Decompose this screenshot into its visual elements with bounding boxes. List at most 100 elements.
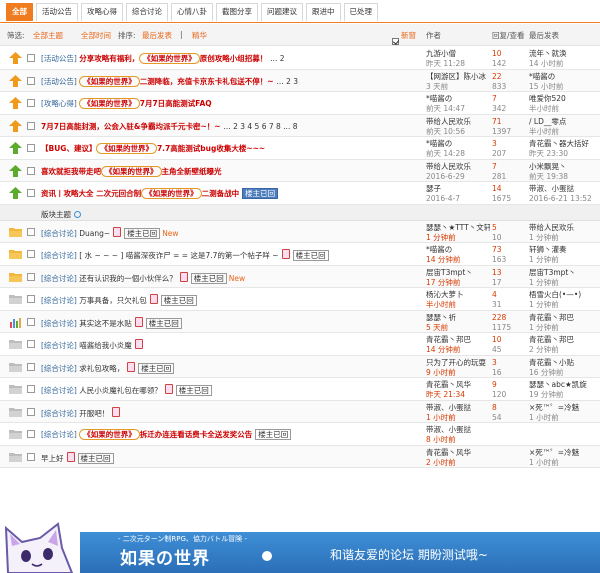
thread-title[interactable]: 资讯丨攻略大全 二次元回合制 — [41, 189, 141, 198]
thread-category[interactable]: [综合讨论] — [41, 409, 77, 418]
thread-category[interactable]: [综合讨论] — [41, 319, 77, 328]
author-name[interactable]: 【网游区】陈小冰 — [426, 72, 490, 82]
thread-category[interactable]: [综合讨论] — [41, 251, 77, 260]
row-checkbox[interactable] — [27, 227, 35, 236]
author-name[interactable]: 瑟瑟丶祈 — [426, 313, 490, 323]
author-name[interactable]: 层宙T3mpt丶 — [426, 268, 490, 278]
author-name[interactable]: 带淑、小蛋挞 — [426, 425, 490, 435]
row-checkbox[interactable] — [27, 407, 35, 416]
author-name[interactable]: 青花霸丶邦巴 — [426, 335, 490, 345]
author-name[interactable]: *喵酱の — [426, 139, 490, 149]
thread-title[interactable]: 早上好 — [41, 454, 64, 463]
game-title-highlight[interactable]: 《如果的世界》 — [96, 143, 157, 154]
game-title-highlight[interactable]: 《如果的世界》 — [141, 188, 202, 199]
thread-row[interactable]: [综合讨论] 喵酱给我小炎魔 青花霸丶邦巴 14 分钟前 10 45 青花霸丶邦巴 2 分钟… — [0, 333, 600, 356]
thread-title[interactable]: 人民小炎魔礼包在哪领？ — [79, 386, 162, 395]
row-checkbox[interactable] — [27, 295, 35, 303]
tab-2[interactable]: 攻略心得 — [81, 3, 123, 21]
last-poster[interactable]: / LD__零点 — [529, 117, 599, 127]
tab-3[interactable]: 综合讨论 — [126, 3, 168, 21]
thread-category[interactable]: [综合讨论] — [41, 229, 77, 238]
last-poster[interactable]: 瑟瑟丶abc★凯旋 — [529, 380, 599, 390]
thread-row[interactable]: [综合讨论] 人民小炎魔礼包在哪领？ 楼主已回 青花霸丶风华 昨天 21:34 9 120… — [0, 378, 600, 401]
last-poster[interactable]: 轩狮丶灌奏 — [529, 245, 599, 255]
author-name[interactable]: *喵酱の — [426, 94, 490, 104]
thread-row[interactable]: [活动公告] 分享攻略有福利， 《如果的世界》 原创攻略小组招募！... 2 九游小僧… — [0, 47, 600, 70]
thread-category[interactable]: [综合讨论] — [41, 296, 77, 305]
thread-category[interactable]: [攻略心得] — [41, 99, 77, 108]
row-checkbox[interactable] — [27, 362, 35, 371]
last-poster[interactable]: 青花霸丶邦巴 — [529, 313, 599, 323]
row-checkbox[interactable] — [27, 430, 35, 438]
thread-category[interactable]: [综合讨论] — [41, 364, 77, 373]
game-title-highlight[interactable]: 《如果的世界》 — [101, 165, 162, 177]
thread-row[interactable]: 7月7日高能封测，公会入驻&争霸均派千元卡密~！~... 2 3 4 5 6 7… — [0, 114, 600, 137]
thread-title-suffix[interactable]: 主角全新壁纸曝光 — [162, 167, 222, 176]
thread-title[interactable]: 开服吧！ — [79, 409, 109, 418]
tab-7[interactable]: 跟进中 — [306, 3, 341, 21]
tab-8[interactable]: 已处理 — [343, 3, 378, 21]
thread-title[interactable]: 求礼包攻略， — [79, 364, 124, 373]
row-checkbox[interactable] — [27, 144, 35, 152]
game-title-highlight[interactable]: 《如果的世界》 — [79, 75, 140, 87]
tab-1[interactable]: 活动公告 — [36, 3, 78, 21]
thread-title[interactable]: [ 水 ~ ~ ~ ] 喵酱深夜诈尸 = = 这是7.7的第一个帖子咩 ~ — [79, 251, 278, 260]
thread-title[interactable]: 还有认识我的一個小伙伴么？ — [79, 274, 177, 283]
thread-row[interactable]: [活动公告] 《如果的世界》 二测降临，充值卡京东卡礼包送不停！~... 2 3 【… — [0, 69, 600, 92]
thread-pages[interactable]: ... 2 3 — [277, 77, 298, 86]
row-checkbox[interactable] — [27, 385, 35, 393]
new-window-toggle[interactable]: 新窗 — [392, 30, 416, 45]
last-poster[interactable]: 梧雪火白(•—•) — [529, 290, 599, 300]
thread-title-suffix[interactable]: 拆迁办连连看话费卡全送发奖公告 — [140, 430, 253, 439]
row-checkbox[interactable] — [27, 76, 35, 85]
thread-title-suffix[interactable]: 二测降临，充值卡京东卡礼包送不停！~ — [140, 77, 274, 86]
thread-row[interactable]: 【BUG、建议】 《如果的世界》 7.7高能测试bug收集大楼~~~ *喵酱の 前天 1… — [0, 137, 600, 160]
thread-row[interactable]: [综合讨论] 还有认识我的一個小伙伴么？ 楼主已回 New 层宙T3mpt丶 17 分钟… — [0, 265, 600, 288]
thread-title[interactable]: 其实这不是水贴 — [79, 319, 132, 328]
new-window-checkbox[interactable] — [392, 38, 399, 45]
thread-row[interactable]: [综合讨论] Duang~ 楼主已回 New 瑟瑟丶★TTT丶文轩 1 分钟前 5 10 带给… — [0, 220, 600, 243]
thread-title[interactable]: Duang~ — [79, 229, 110, 238]
thread-title-suffix[interactable]: 二测备战中 — [202, 189, 240, 198]
author-name[interactable]: 带淑、小蛋挞 — [426, 403, 490, 413]
row-checkbox[interactable] — [27, 317, 35, 326]
thread-title[interactable]: 7月7日高能封测，公会入驻&争霸均派千元卡密~！~ — [41, 122, 221, 131]
author-name[interactable]: 只为了开心的玩耍 — [426, 358, 490, 368]
row-checkbox[interactable] — [27, 272, 35, 281]
filter-digest[interactable]: 精华 — [192, 30, 207, 41]
thread-title-suffix[interactable]: 原创攻略小组招募！ — [200, 54, 268, 63]
author-name[interactable]: 瑟子 — [426, 184, 490, 194]
game-title-highlight[interactable]: 《如果的世界》 — [79, 98, 140, 109]
thread-title[interactable]: 喵酱给我小炎魔 — [79, 341, 132, 350]
row-checkbox[interactable] — [27, 121, 35, 130]
tab-0[interactable]: 全部 — [6, 3, 33, 21]
last-poster[interactable]: 带给人民欢乐 — [529, 223, 599, 233]
row-checkbox[interactable] — [27, 54, 35, 62]
thread-row[interactable]: [综合讨论] [ 水 ~ ~ ~ ] 喵酱深夜诈尸 = = 这是7.7的第一个帖… — [0, 243, 600, 266]
tab-6[interactable]: 问题建议 — [261, 3, 303, 21]
last-poster[interactable]: ×死™゜=冷魅 — [529, 403, 599, 413]
author-name[interactable]: 杨沁大萝卜 — [426, 290, 490, 300]
game-title-highlight[interactable]: 《如果的世界》 — [79, 429, 140, 440]
tab-4[interactable]: 心情八卦 — [171, 3, 213, 21]
author-name[interactable]: 九游小僧 — [426, 49, 490, 59]
thread-row[interactable]: 资讯丨攻略大全 二次元回合制 《如果的世界》 二测备战中 楼主已回 瑟子 2016-4-7… — [0, 182, 600, 205]
thread-category[interactable]: [综合讨论] — [41, 430, 77, 439]
author-name[interactable]: 带给人民欢乐 — [426, 117, 490, 127]
row-checkbox[interactable] — [27, 250, 35, 258]
author-name[interactable]: 瑟瑟丶★TTT丶文轩 — [426, 223, 490, 233]
last-poster[interactable]: 流年丶就涣 — [529, 49, 599, 59]
author-name[interactable]: 青花霸丶风华 — [426, 448, 490, 458]
row-checkbox[interactable] — [27, 99, 35, 107]
sort-latest-reply[interactable]: 最后发表 — [142, 30, 172, 41]
last-poster[interactable]: 青花霸丶邦巴 — [529, 335, 599, 345]
last-poster[interactable]: *喵酱の — [529, 72, 599, 82]
author-name[interactable]: 带给人民欢乐 — [426, 162, 490, 172]
thread-category[interactable]: [活动公告] — [41, 54, 77, 63]
thread-title-suffix[interactable]: 7.7高能测试bug收集大楼~~~ — [157, 144, 265, 153]
last-poster[interactable]: ×死™゜=冷魅 — [529, 448, 599, 458]
thread-title-suffix[interactable]: 7月7日高能测试FAQ — [140, 99, 212, 108]
row-checkbox[interactable] — [27, 340, 35, 348]
last-poster[interactable]: 青花霸丶器大括好 — [529, 139, 599, 149]
thread-title[interactable]: 分享攻略有福利， — [79, 54, 139, 63]
